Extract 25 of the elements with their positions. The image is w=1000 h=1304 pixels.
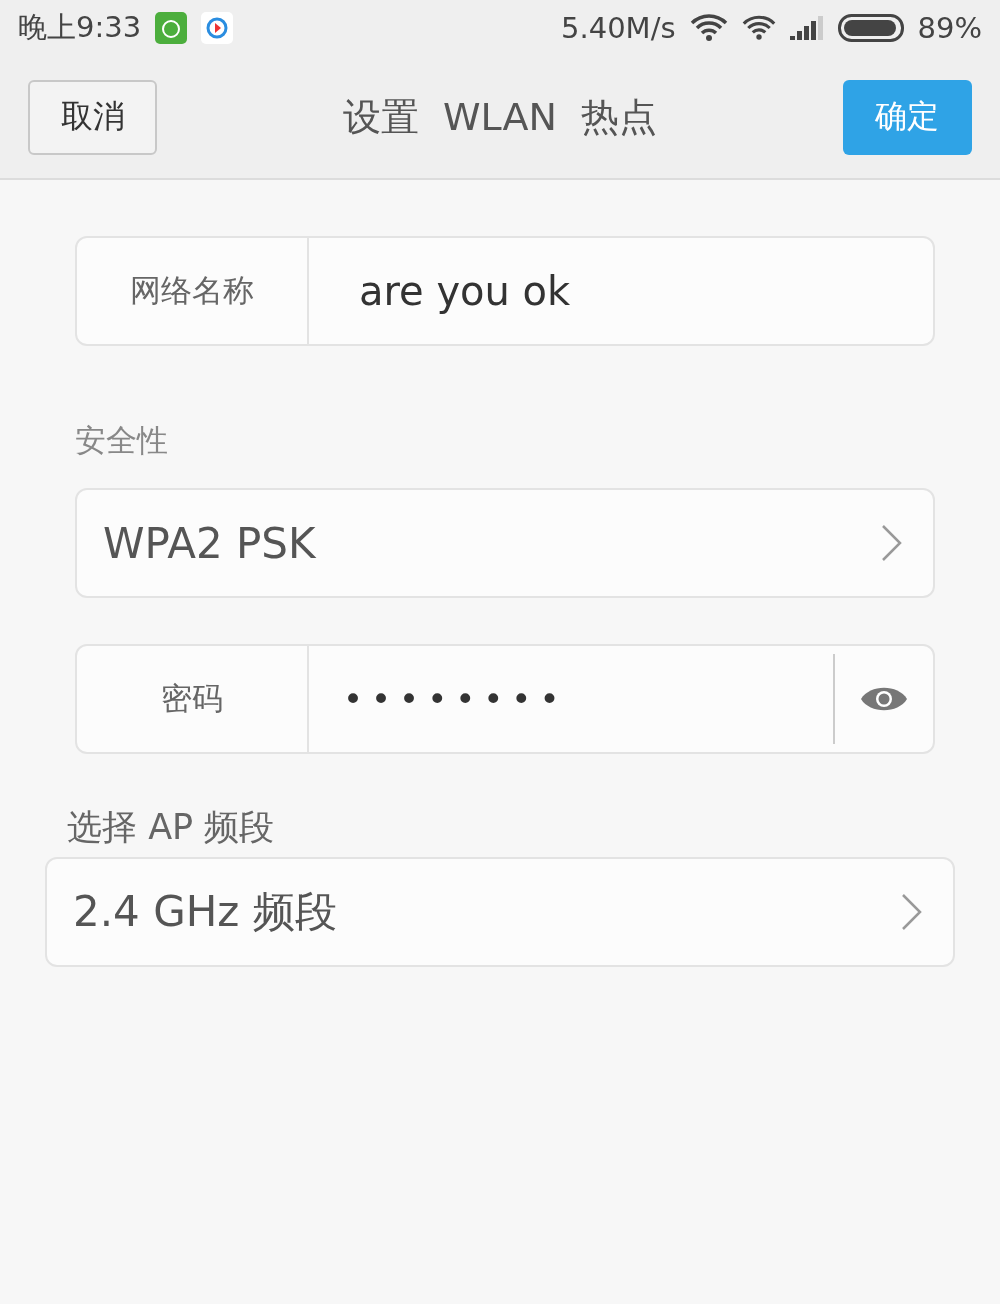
chevron-icon [881,524,903,562]
section-label: 选择 AP 频段 [67,806,276,849]
status-time: 晚上9:33 [18,9,142,46]
wifi-icon [741,14,776,42]
field-value: are you ok [358,268,572,314]
app-icon [155,12,188,44]
signal-icon [789,16,824,40]
field-value: •••••••• [342,679,569,719]
field-label: 密码 [77,646,309,752]
password-field[interactable]: 密码 •••••••• [75,644,935,754]
cancel-button[interactable]: 取消 [28,79,157,155]
battery-percent: 89% [917,11,982,45]
chevron-icon [901,893,923,931]
security-select[interactable]: WPA2 PSK [75,488,935,598]
battery-icon [837,14,904,42]
page-title: 设置 WLAN 热点 [342,93,658,141]
wifi-icon [689,14,728,42]
play-icon [201,12,234,44]
select-value: WPA2 PSK [103,518,316,568]
field-label: 网络名称 [77,238,309,344]
section-label: 安全性 [75,421,169,460]
select-value: 2.4 GHz 频段 [73,886,337,938]
network-name-field[interactable]: 网络名称 are you ok [75,236,935,346]
network-speed: 5.40M/s [561,11,676,45]
band-select[interactable]: 2.4 GHz 频段 [45,857,955,967]
